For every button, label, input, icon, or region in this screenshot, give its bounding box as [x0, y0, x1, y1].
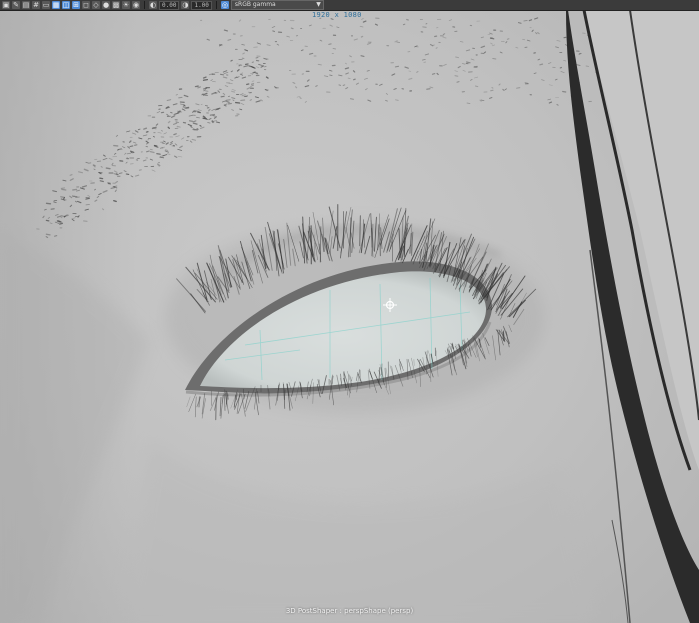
- gamma-icon[interactable]: ◑: [181, 1, 190, 9]
- grid-icon[interactable]: #: [32, 1, 40, 9]
- field-chart-icon[interactable]: ⊞: [72, 1, 80, 9]
- toolbar-separator: [144, 1, 145, 9]
- select-camera-icon[interactable]: ▣: [2, 1, 10, 9]
- resolution-gate-icon[interactable]: ▦: [52, 1, 60, 9]
- lighting-icon[interactable]: ☀: [122, 1, 130, 9]
- color-management-icon[interactable]: ◎: [220, 1, 229, 9]
- image-plane-icon[interactable]: ▤: [22, 1, 30, 9]
- smooth-shade-icon[interactable]: ●: [102, 1, 110, 9]
- safe-action-icon[interactable]: ◻: [82, 1, 90, 9]
- film-gate-icon[interactable]: ▭: [42, 1, 50, 9]
- move-manipulator-icon[interactable]: [383, 298, 397, 312]
- toolbar-button-group: ▣ ✎ ▤ # ▭ ▦ ◫ ⊞ ◻ ◇ ● ▩ ☀ ◉: [2, 1, 140, 9]
- gate-mask-icon[interactable]: ◫: [62, 1, 70, 9]
- color-space-value: sRGB gamma: [234, 1, 276, 8]
- bookmark-icon[interactable]: ✎: [12, 1, 20, 9]
- isolate-select-icon[interactable]: ◉: [132, 1, 140, 9]
- gamma-field[interactable]: 1.00: [191, 0, 212, 10]
- viewport-panel[interactable]: ▣ ✎ ▤ # ▭ ▦ ◫ ⊞ ◻ ◇ ● ▩ ☀ ◉ ◐ 0.00 ◑ 1.00 ◎ sRGB gamm…: [0, 0, 699, 623]
- color-space-dropdown[interactable]: sRGB gamma ▼: [230, 0, 324, 10]
- resolution-gate-label: 1920 x 1080: [312, 11, 362, 19]
- viewport-toolbar: ▣ ✎ ▤ # ▭ ▦ ◫ ⊞ ◻ ◇ ● ▩ ☀ ◉ ◐ 0.00 ◑ 1.00 ◎ sRGB gamm…: [0, 0, 699, 11]
- wireframe-icon[interactable]: ◇: [92, 1, 100, 9]
- exposure-field[interactable]: 0.00: [159, 0, 180, 10]
- textured-icon[interactable]: ▩: [112, 1, 120, 9]
- exposure-icon[interactable]: ◐: [149, 1, 157, 9]
- chevron-down-icon: ▼: [316, 1, 321, 8]
- 3d-scene-render[interactable]: [0, 0, 699, 623]
- toolbar-separator: [215, 1, 217, 9]
- camera-name-label: 3D PostShaper : perspShape (persp): [285, 607, 414, 615]
